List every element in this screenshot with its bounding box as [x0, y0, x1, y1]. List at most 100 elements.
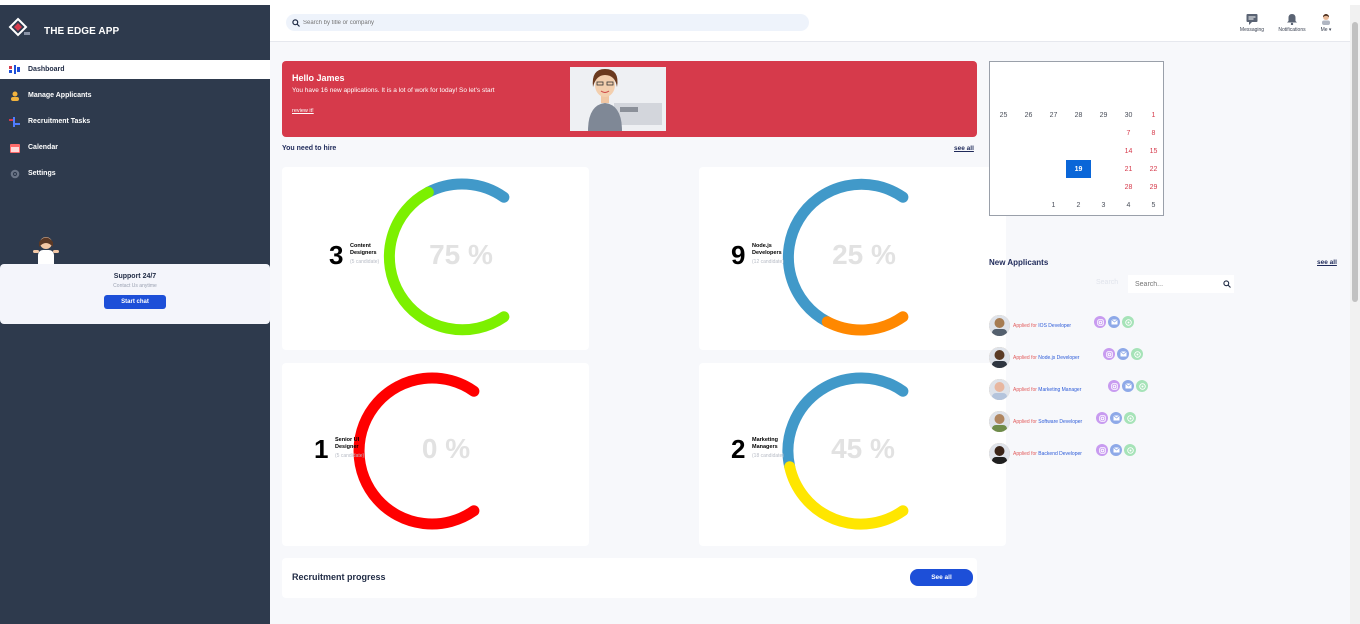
list-item[interactable]: Applied for Marketing Manager — [989, 378, 1249, 402]
review-link[interactable]: review it! — [292, 108, 314, 114]
card-candidates: (18 candidate) — [752, 453, 784, 459]
sidebar-item-label: Settings — [28, 170, 56, 177]
calendar-day[interactable]: 29 — [1141, 178, 1166, 196]
messaging-button[interactable]: Messaging — [1232, 13, 1272, 33]
phone-icon[interactable] — [1136, 380, 1148, 392]
welcome-text: You have 16 new applications. It is a lo… — [292, 87, 495, 94]
main-content: Hello James You have 16 new applications… — [270, 42, 1350, 624]
calendar-day[interactable]: 5 — [1141, 196, 1166, 214]
calendar-day[interactable]: 28 — [1116, 178, 1141, 196]
calendar-day[interactable]: 26 — [1016, 106, 1041, 124]
applicants-search-bar[interactable] — [1128, 275, 1234, 293]
sidebar-item-recruitment-tasks[interactable]: Recruitment Tasks — [0, 112, 270, 131]
applicants-see-all-link[interactable]: see all — [1317, 259, 1337, 266]
list-item[interactable]: Applied for Node.js Developer — [989, 346, 1249, 370]
search-icon[interactable] — [1223, 280, 1231, 288]
calendar-day[interactable]: 27 — [1041, 106, 1066, 124]
sidebar-item-label: Dashboard — [28, 66, 65, 73]
mail-icon[interactable] — [1117, 348, 1129, 360]
mail-icon[interactable] — [1108, 316, 1120, 328]
start-chat-button[interactable]: Start chat — [104, 295, 166, 309]
card-percent: 0 % — [421, 433, 471, 464]
instagram-icon[interactable] — [1094, 316, 1106, 328]
mail-icon[interactable] — [1110, 412, 1122, 424]
phone-icon[interactable] — [1124, 444, 1136, 456]
card-percent: 75 % — [429, 239, 493, 270]
applied-for-text: Applied for Marketing Manager — [1013, 387, 1081, 393]
app-logo-icon — [8, 17, 30, 37]
scrollbar-thumb[interactable] — [1352, 22, 1358, 302]
applied-for-text: Applied for Node.js Developer — [1013, 355, 1079, 361]
card-candidates: (5 candidate) — [350, 259, 380, 265]
mail-icon[interactable] — [1122, 380, 1134, 392]
instagram-icon[interactable] — [1108, 380, 1120, 392]
applied-role[interactable]: IOS Developer — [1038, 323, 1071, 329]
hire-card-nodejs-developers[interactable]: 9 Node.js Developers (12 candidate) 25 % — [699, 167, 1006, 350]
me-label: Me — [1320, 27, 1328, 33]
applied-prefix: Applied for — [1013, 323, 1037, 329]
ring-track — [422, 178, 510, 203]
calendar-day[interactable]: 1 — [1041, 196, 1066, 214]
hire-card-senior-ui-designer[interactable]: 1 Senior UI Designer (5 candidate) 0 % — [282, 363, 589, 546]
instagram-icon[interactable] — [1096, 412, 1108, 424]
phone-icon[interactable] — [1122, 316, 1134, 328]
applicant-actions — [1096, 444, 1138, 456]
applied-role[interactable]: Marketing Manager — [1038, 387, 1081, 393]
instagram-icon[interactable] — [1096, 444, 1108, 456]
sidebar-item-settings[interactable]: Settings — [0, 164, 270, 183]
card-role: Node.js Developers — [752, 243, 782, 256]
messaging-label: Messaging — [1239, 27, 1265, 33]
applied-for-text: Applied for Software Developer — [1013, 419, 1082, 425]
recruitment-progress-card: Recruitment progress See all — [282, 558, 977, 598]
progress-see-all-button[interactable]: See all — [910, 569, 973, 586]
applied-role[interactable]: Backend Developer — [1038, 451, 1082, 457]
me-menu-button[interactable]: Me ▾ — [1306, 13, 1346, 33]
search-bar[interactable] — [286, 14, 809, 31]
card-percent: 25 % — [832, 239, 896, 270]
calendar-day[interactable]: 28 — [1066, 106, 1091, 124]
calendar-day[interactable]: 7 — [1116, 124, 1141, 142]
sidebar-item-dashboard[interactable]: Dashboard — [0, 60, 270, 79]
instagram-icon[interactable] — [1103, 348, 1115, 360]
search-input[interactable] — [303, 19, 783, 26]
hire-card-content-designers[interactable]: 3 Content Designers (5 candidate) 75 % — [282, 167, 589, 350]
sidebar-item-manage-applicants[interactable]: Manage Applicants — [0, 86, 270, 105]
applied-role[interactable]: Node.js Developer — [1038, 355, 1079, 361]
calendar-day[interactable]: 25 — [991, 106, 1016, 124]
calendar-day[interactable]: 3 — [1091, 196, 1116, 214]
calendar-day[interactable]: 21 — [1116, 160, 1141, 178]
sidebar-item-label: Recruitment Tasks — [28, 118, 91, 125]
dashboard-icon — [9, 64, 20, 75]
calendar-day[interactable]: 1 — [1141, 106, 1166, 124]
hire-card-marketing-managers[interactable]: 2 Marketing Managers (18 candidate) 45 % — [699, 363, 1006, 546]
calendar-day[interactable]: 22 — [1141, 160, 1166, 178]
calendar-day[interactable]: 15 — [1141, 142, 1166, 160]
card-count: 3 — [329, 240, 344, 270]
mail-icon[interactable] — [1110, 444, 1122, 456]
applicant-actions — [1108, 380, 1150, 392]
card-candidates: (12 candidate) — [752, 259, 784, 265]
calendar-day[interactable]: 19 — [1066, 160, 1091, 178]
calendar-day[interactable]: 4 — [1116, 196, 1141, 214]
page-scrollbar[interactable] — [1350, 5, 1360, 624]
ring-fill — [784, 461, 909, 530]
list-item[interactable]: Applied for Software Developer — [989, 410, 1249, 434]
phone-icon[interactable] — [1124, 412, 1136, 424]
calendar-day[interactable]: 14 — [1116, 142, 1141, 160]
calendar-day[interactable]: 30 — [1116, 106, 1141, 124]
card-count: 2 — [731, 434, 746, 464]
phone-icon[interactable] — [1131, 348, 1143, 360]
applied-role[interactable]: Software Developer — [1038, 419, 1082, 425]
calendar-day[interactable]: 29 — [1091, 106, 1116, 124]
avatar — [989, 411, 1010, 432]
sidebar-item-calendar[interactable]: Calendar — [0, 138, 270, 157]
calendar-day[interactable]: 8 — [1141, 124, 1166, 142]
applicants-search-input[interactable] — [1135, 280, 1223, 288]
list-item[interactable]: Applied for IOS Developer — [989, 314, 1249, 338]
recruiter-illustration — [570, 67, 666, 131]
hire-see-all-link[interactable]: see all — [954, 145, 974, 152]
list-item[interactable]: Applied for Backend Developer — [989, 442, 1249, 466]
applied-for-text: Applied for IOS Developer — [1013, 323, 1071, 329]
calendar-day[interactable]: 2 — [1066, 196, 1091, 214]
card-count: 1 — [314, 434, 329, 464]
